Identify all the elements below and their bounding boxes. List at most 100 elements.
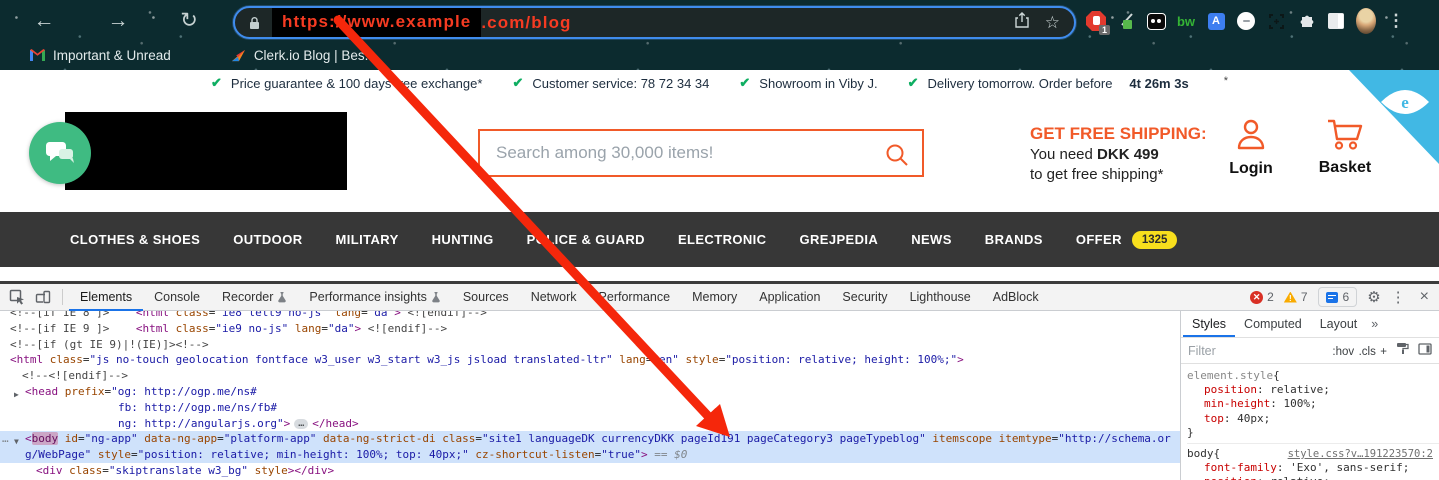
code-line[interactable]: … ▼ <body id="ng-app" data-ng-app="platfor… <box>0 431 1180 448</box>
site-logo-redacted[interactable] <box>65 112 347 190</box>
nav-item-clothes-shoes[interactable]: CLOTHES & SHOES <box>70 232 200 247</box>
devtools-settings-gear-icon[interactable]: ⚙ <box>1367 288 1380 306</box>
search-icon[interactable] <box>884 142 910 173</box>
sidebar-layout-icon[interactable] <box>1326 11 1346 31</box>
nav-item-hunting[interactable]: HUNTING <box>432 232 494 247</box>
device-toolbar-icon[interactable] <box>30 284 56 310</box>
tab-security[interactable]: Security <box>831 284 898 311</box>
devtools-menu-kebab-icon[interactable]: ⋮ <box>1391 288 1406 306</box>
address-bar[interactable]: https://www.example .com/blog ☆ <box>233 6 1076 39</box>
code-line[interactable]: ng: http://angularjs.org">… </head> <box>0 416 1180 432</box>
css-property[interactable]: font-family: 'Exo', sans-serif; <box>1187 461 1439 475</box>
css-property[interactable]: position: relative; <box>1187 383 1439 397</box>
login-label: Login <box>1229 160 1273 177</box>
code-line[interactable]: <!--[if IE 8 ]> <html class="ie8 lelt9 n… <box>0 311 1180 321</box>
tab-console[interactable]: Console <box>143 284 211 311</box>
inline-expand-button[interactable]: … <box>294 418 309 429</box>
stylesheet-source-link[interactable]: style.css?v…191223570:2 <box>1288 447 1433 461</box>
inspect-element-icon[interactable] <box>4 284 30 310</box>
share-icon[interactable] <box>1015 12 1029 33</box>
tab-adblock[interactable]: AdBlock <box>982 284 1050 311</box>
topbar-footnote: * <box>1223 75 1228 87</box>
dock-sidebar-icon[interactable] <box>1418 342 1432 360</box>
rule-selector-line[interactable]: body {style.css?v…191223570:2 <box>1187 447 1439 461</box>
bookmark-clerk[interactable]: Clerk.io Blog | Bes... <box>231 48 376 63</box>
tab-elements[interactable]: Elements <box>69 284 144 311</box>
browser-menu-kebab-icon[interactable]: ⋮ <box>1386 11 1406 31</box>
code-line[interactable]: <div class="skiptranslate w3_bg" style><… <box>0 463 1180 479</box>
tab-label: Memory <box>692 290 738 304</box>
css-property[interactable]: position: relative; <box>1187 475 1439 480</box>
devtools-panel: Elements Console Recorder Performance insig… <box>0 281 1439 480</box>
styles-tabs-overflow-icon[interactable]: » <box>1366 311 1383 337</box>
filter-input[interactable]: Filter <box>1188 344 1216 358</box>
reload-icon[interactable]: ↻ <box>174 6 204 36</box>
nav-item-offer[interactable]: OFFER <box>1076 232 1122 247</box>
tab-application[interactable]: Application <box>748 284 831 311</box>
extensions-puzzle-icon[interactable] <box>1296 11 1316 31</box>
code-line[interactable]: ▶ <head prefix="og: http://ogp.me/ns# <box>0 384 1180 400</box>
elements-tree[interactable]: <!--[if IE 8 ]> <html class="ie8 lelt9 n… <box>0 311 1180 480</box>
search-input[interactable] <box>480 131 922 175</box>
issues-badge[interactable]: 6 <box>1317 287 1358 307</box>
url-text: https://www.example <box>282 12 472 31</box>
builtwith-icon[interactable]: bw <box>1176 11 1196 31</box>
screenshot-crop-icon[interactable] <box>1266 11 1286 31</box>
styles-tab-layout[interactable]: Layout <box>1311 311 1367 337</box>
code-line[interactable]: fb: http://ogp.me/ns/fb# <box>0 400 1180 416</box>
nav-item-brands[interactable]: BRANDS <box>985 232 1043 247</box>
nav-item-military[interactable]: MILITARY <box>336 232 399 247</box>
nav-item-outdoor[interactable]: OUTDOOR <box>233 232 302 247</box>
styles-sidebar: Styles Computed Layout» Filter :hov .cls +… <box>1180 311 1439 480</box>
code-line[interactable]: <!--[if IE 9 ]> <html class="ie9 no-js" … <box>0 321 1180 337</box>
styles-tab-styles[interactable]: Styles <box>1183 311 1236 337</box>
tab-performance[interactable]: Performance <box>588 284 682 311</box>
devtools-close-icon[interactable]: × <box>1420 288 1429 306</box>
ellipsis-gutter: … <box>2 432 9 446</box>
tab-network[interactable]: Network <box>520 284 588 311</box>
nav-item-electronic[interactable]: ELECTRONIC <box>678 232 767 247</box>
style-rule[interactable]: body {style.css?v…191223570:2 font-family… <box>1187 447 1439 480</box>
tab-recorder[interactable]: Recorder <box>211 284 298 311</box>
paint-roller-icon[interactable] <box>1396 342 1409 360</box>
colorpicker-icon[interactable] <box>1116 11 1136 31</box>
chat-widget-button[interactable] <box>29 122 91 184</box>
bookmark-gmail[interactable]: Important & Unread <box>30 48 171 63</box>
tab-lighthouse[interactable]: Lighthouse <box>899 284 982 311</box>
code-line[interactable]: g/WebPage" style="position: relative; mi… <box>0 447 1180 463</box>
translate-icon[interactable]: A <box>1206 11 1226 31</box>
adblock-icon[interactable]: 1 <box>1086 11 1110 35</box>
nav-item-police-guard[interactable]: POLICE & GUARD <box>527 232 645 247</box>
basket-button[interactable]: Basket <box>1312 116 1378 177</box>
tab-performance-insights[interactable]: Performance insights <box>298 284 451 311</box>
code-line[interactable]: <html class="js no-touch geolocation fon… <box>0 352 1180 368</box>
style-rule[interactable]: element.style {position: relative; min-he… <box>1187 369 1439 445</box>
console-errors-badge[interactable]: ✕ 2 <box>1250 290 1274 304</box>
tab-sources[interactable]: Sources <box>452 284 520 311</box>
bookmark-label: Important & Unread <box>53 47 171 63</box>
circle-extension-icon[interactable] <box>1236 11 1256 31</box>
css-property[interactable]: min-height: 100%; <box>1187 397 1439 411</box>
profile-avatar[interactable] <box>1356 8 1376 34</box>
lock-icon[interactable] <box>249 16 260 30</box>
login-button[interactable]: Login <box>1222 118 1280 178</box>
styles-tab-computed[interactable]: Computed <box>1235 311 1311 337</box>
divider <box>62 289 63 305</box>
console-warnings-badge[interactable]: ! 7 <box>1283 290 1308 304</box>
back-icon[interactable]: ← <box>29 6 59 36</box>
code-line[interactable]: <!--[if (gt IE 9)|!(IE)]><!--> <box>0 337 1180 353</box>
nav-item-grejpedia[interactable]: GREJPEDIA <box>799 232 878 247</box>
tab-label: Application <box>759 290 821 304</box>
bookmark-star-icon[interactable]: ☆ <box>1045 13 1060 33</box>
css-property[interactable]: top: 40px; <box>1187 412 1439 426</box>
rule-selector-line[interactable]: element.style { <box>1187 369 1439 383</box>
nav-item-news[interactable]: NEWS <box>911 232 952 247</box>
topbar-item: ✔ Price guarantee & 100 days free exchang… <box>211 75 482 91</box>
tab-memory[interactable]: Memory <box>681 284 748 311</box>
forward-icon[interactable]: → <box>103 6 133 36</box>
styles-control-[interactable]: + <box>1380 346 1387 358</box>
night-eye-icon[interactable] <box>1146 11 1166 31</box>
styles-control-hov[interactable]: :hov <box>1332 346 1354 358</box>
code-line[interactable]: <!--<![endif]--> <box>0 368 1180 384</box>
styles-control-cls[interactable]: .cls <box>1359 346 1376 358</box>
